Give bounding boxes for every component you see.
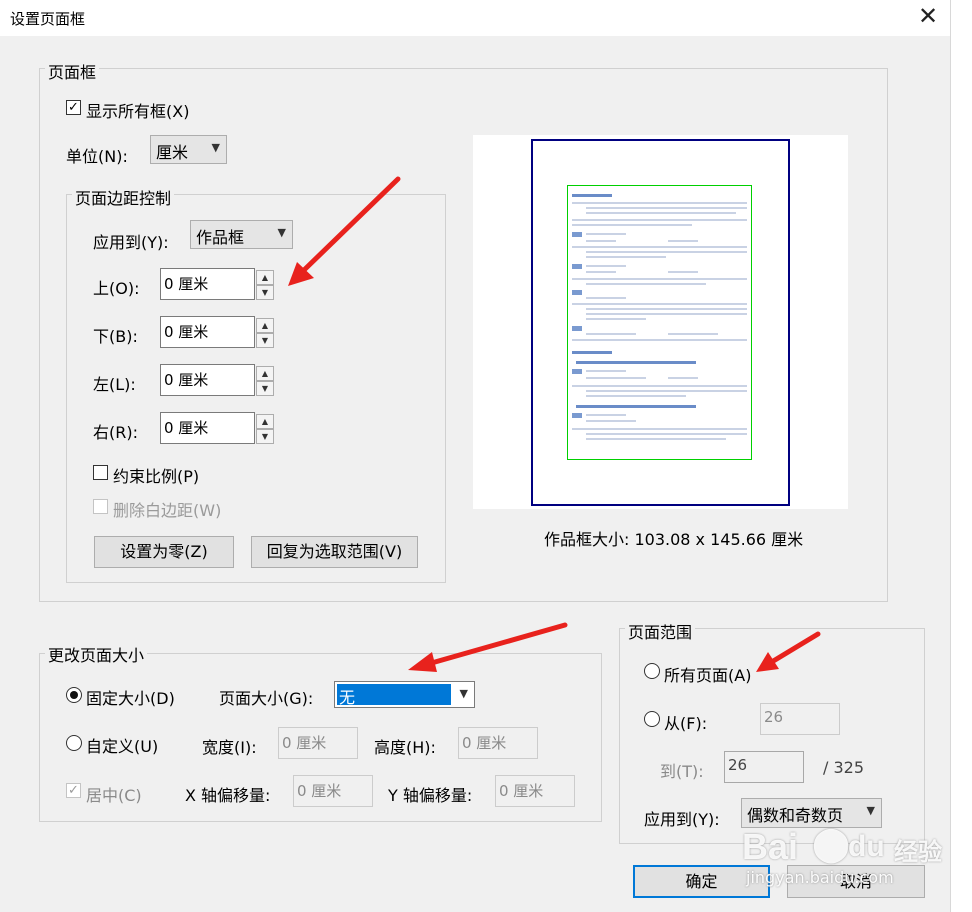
fixed-size-label: 固定大小(D) — [86, 689, 175, 708]
content-preview-frame — [567, 185, 752, 460]
margin-left-field[interactable]: 0 厘米 — [160, 364, 255, 396]
baidu-logo-text: Bai — [742, 826, 799, 867]
title-bar — [0, 0, 950, 36]
y-offset-label: Y 轴偏移量: — [388, 786, 473, 805]
page-size-label: 页面大小(G): — [219, 689, 314, 708]
jingyan-text: 经验 — [894, 838, 942, 866]
margin-bottom-down-icon[interactable]: ▼ — [256, 333, 274, 348]
apply-to-value: 作品框 — [196, 228, 245, 247]
margin-left-down-icon[interactable]: ▼ — [256, 381, 274, 396]
from-field: 26 — [760, 703, 840, 735]
from-radio[interactable] — [644, 711, 660, 727]
ok-label: 确定 — [685, 872, 718, 891]
set-zero-label: 设置为零(Z) — [120, 542, 208, 561]
dialog-title: 设置页面框 — [10, 10, 86, 28]
apply-to-label: 应用到(Y): — [93, 233, 169, 252]
margin-bottom-up-icon[interactable]: ▲ — [256, 318, 274, 333]
constrain-label: 约束比例(P) — [113, 467, 200, 486]
custom-size-radio[interactable] — [66, 735, 82, 751]
height-field: 0 厘米 — [458, 727, 538, 759]
margin-top-up-icon[interactable]: ▲ — [256, 270, 274, 285]
jingyan-url: jingyan.baidu.com — [746, 868, 894, 887]
radio-selected-dot — [70, 691, 78, 699]
unit-value: 厘米 — [156, 143, 189, 162]
apply-to-select[interactable]: 作品框 ▼ — [190, 220, 293, 249]
background-window-right — [950, 0, 972, 912]
change-size-legend: 更改页面大小 — [45, 642, 148, 666]
frame-size-text: 作品框大小: 103.08 x 145.66 厘米 — [544, 530, 804, 549]
total-pages-text: / 325 — [823, 758, 865, 777]
checkmark-icon: ✓ — [68, 100, 79, 115]
margin-right-up-icon[interactable]: ▲ — [256, 414, 274, 429]
y-offset-value: 0 厘米 — [499, 782, 544, 800]
fixed-size-radio[interactable] — [66, 687, 82, 703]
center-label: 居中(C) — [86, 786, 142, 805]
margin-left-label: 左(L): — [93, 375, 136, 394]
custom-size-label: 自定义(U) — [86, 737, 159, 756]
margin-bottom-field[interactable]: 0 厘米 — [160, 316, 255, 348]
center-checkbox: ✓ — [66, 783, 81, 798]
all-pages-label: 所有页面(A) — [664, 666, 752, 685]
paw-icon: ⬤ — [812, 824, 851, 864]
x-offset-label: X 轴偏移量: — [185, 786, 271, 805]
unit-label: 单位(N): — [66, 147, 128, 166]
from-value: 26 — [764, 708, 784, 726]
y-offset-field: 0 厘米 — [495, 775, 575, 807]
show-all-label: 显示所有框(X) — [86, 102, 190, 121]
margin-top-value: 0 厘米 — [164, 275, 209, 293]
width-value: 0 厘米 — [282, 734, 327, 752]
remove-white-checkbox — [93, 499, 108, 514]
unit-select[interactable]: 厘米 ▼ — [150, 135, 227, 164]
close-icon[interactable]: ✕ — [918, 2, 938, 30]
margin-right-down-icon[interactable]: ▼ — [256, 429, 274, 444]
margin-bottom-value: 0 厘米 — [164, 323, 209, 341]
page-range-legend: 页面范围 — [625, 619, 696, 643]
page-box-dialog: 设置页面框 ✕ 页面框 ✓ 显示所有框(X) 单位(N): 厘米 ▼ 页面边距控… — [0, 0, 950, 912]
page-size-value: 无 — [339, 688, 356, 707]
chevron-down-icon: ▼ — [277, 226, 286, 239]
checkmark-icon: ✓ — [68, 783, 79, 798]
height-value: 0 厘米 — [462, 734, 507, 752]
margin-bottom-label: 下(B): — [93, 327, 138, 346]
width-field: 0 厘米 — [278, 727, 358, 759]
chevron-down-icon: ▼ — [866, 804, 875, 817]
page-size-select[interactable]: 无 ▼ — [334, 681, 475, 708]
to-value: 26 — [728, 756, 748, 774]
margin-top-down-icon[interactable]: ▼ — [256, 285, 274, 300]
width-label: 宽度(I): — [202, 738, 257, 757]
chevron-down-icon: ▼ — [211, 141, 220, 154]
margin-left-up-icon[interactable]: ▲ — [256, 366, 274, 381]
to-label: 到(T): — [660, 762, 704, 781]
margin-control-legend: 页面边距控制 — [72, 185, 175, 209]
chevron-down-icon: ▼ — [459, 687, 468, 700]
show-all-checkbox[interactable]: ✓ — [66, 100, 81, 115]
to-field: 26 — [724, 751, 804, 783]
range-apply-to-value: 偶数和奇数页 — [747, 806, 844, 825]
revert-selection-label: 回复为选取范围(V) — [266, 542, 403, 561]
remove-white-label: 删除白边距(W) — [113, 501, 222, 520]
page-frame-legend: 页面框 — [45, 59, 100, 83]
all-pages-radio[interactable] — [644, 663, 660, 679]
height-label: 高度(H): — [374, 738, 436, 757]
margin-top-label: 上(O): — [93, 279, 140, 298]
revert-selection-button[interactable]: 回复为选取范围(V) — [251, 536, 418, 568]
baidu-du-text: du — [848, 830, 885, 863]
page-content-thumbnail — [572, 194, 747, 440]
margin-right-field[interactable]: 0 厘米 — [160, 412, 255, 444]
from-label: 从(F): — [664, 714, 708, 733]
x-offset-field: 0 厘米 — [293, 775, 373, 807]
constrain-checkbox[interactable] — [93, 465, 108, 480]
margin-left-value: 0 厘米 — [164, 371, 209, 389]
margin-top-field[interactable]: 0 厘米 — [160, 268, 255, 300]
margin-right-value: 0 厘米 — [164, 419, 209, 437]
range-apply-to-label: 应用到(Y): — [644, 810, 720, 829]
margin-right-label: 右(R): — [93, 423, 138, 442]
set-zero-button[interactable]: 设置为零(Z) — [94, 536, 234, 568]
baidu-watermark: Bai ⬤ du 经验 jingyan.baidu.com — [742, 824, 942, 906]
x-offset-value: 0 厘米 — [297, 782, 342, 800]
